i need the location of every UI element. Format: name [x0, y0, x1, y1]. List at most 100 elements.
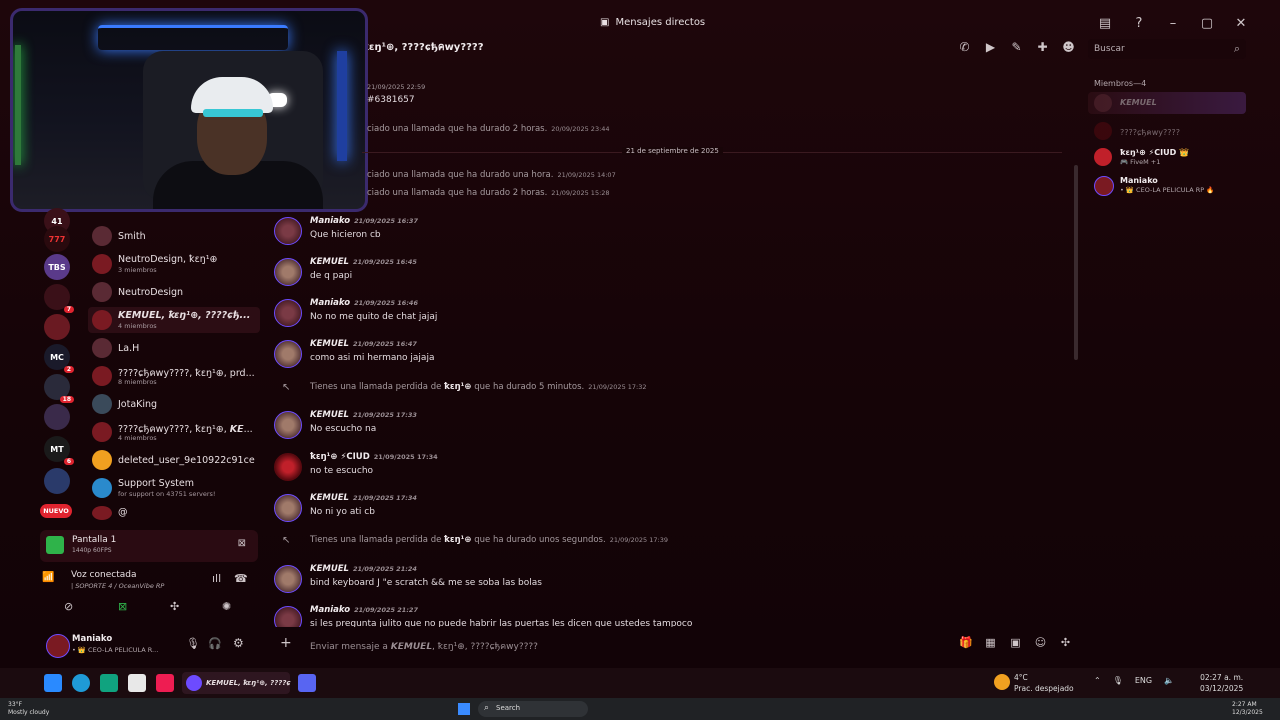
avatar[interactable]	[274, 453, 302, 481]
server-icon[interactable]: TBS	[44, 254, 70, 280]
message-scrollbar[interactable]	[1074, 165, 1078, 360]
members-icon[interactable]: ☻	[1062, 40, 1075, 54]
file-icon[interactable]	[128, 674, 146, 692]
server-icon[interactable]	[44, 468, 70, 494]
dm-item[interactable]: ????ɕђคwy????, ꝁɛŋ¹⊕, 𝙆𝙀... 4 miembros	[88, 419, 260, 445]
app-icon[interactable]	[298, 674, 316, 692]
new-badge[interactable]: NUEVO	[40, 504, 72, 518]
user-panel[interactable]: Maniako • 👑 CEO-LA PELICULA R... 🎙 🎧 ⚙	[40, 628, 258, 662]
message[interactable]: Maniako 21/09/2025 16:37 Que hicieron cb	[270, 216, 1050, 252]
server-icon[interactable]	[44, 314, 70, 340]
emoji-icon[interactable]: ☺	[1034, 636, 1047, 649]
maximize-button[interactable]: ▢	[1198, 14, 1216, 32]
server-rail: 41 777 TBS 7 MC 2 18 MT 6 NUEVO	[36, 206, 78, 526]
app-icon[interactable]	[100, 674, 118, 692]
dm-item[interactable]: deleted_user_9e10922c91ce	[88, 447, 260, 473]
avatar[interactable]	[274, 340, 302, 368]
dm-item[interactable]: ????ɕђคwy????, ꝁɛŋ¹⊕, prd... 8 miembros	[88, 363, 260, 389]
avatar[interactable]	[274, 217, 302, 245]
start-icon[interactable]	[44, 674, 62, 692]
dm-item[interactable]: Smith	[88, 223, 260, 249]
window-title: ▣ Mensajes directos	[600, 17, 706, 28]
inbox-icon[interactable]: ▤	[1096, 14, 1114, 32]
composer-tools: 🎁 ▦ ▣ ☺ ✣	[959, 636, 1072, 649]
weather-widget[interactable]: 33°F Mostly cloudy	[8, 701, 49, 717]
search-input[interactable]: Buscar ⌕	[1088, 39, 1246, 59]
message[interactable]: 𝙆𝙀𝙈𝙐𝙀𝙇 21/09/2025 16:45 de q papi	[270, 257, 1050, 293]
message-list: 21/09/2025 22:59 #6381657 ciado una llam…	[270, 62, 1076, 627]
server-icon[interactable]: MT 6	[44, 436, 74, 465]
dm-item[interactable]: NeutroDesign	[88, 279, 260, 305]
dm-item-selected[interactable]: 𝙆𝙀𝙈𝙐𝙀𝙇, ꝁɛŋ¹⊕, ????ɕђ... 4 miembros	[88, 307, 260, 333]
discord-task-button[interactable]: 𝙆𝙀𝙈𝙐𝙀𝙇, ꝁɛŋ¹⊕, ????ɕ	[182, 672, 291, 694]
pin-icon[interactable]: ✎	[1010, 40, 1023, 54]
avatar[interactable]	[274, 494, 302, 522]
clock[interactable]: 02:27 a. m. 03/12/2025	[1200, 672, 1243, 694]
server-icon[interactable]: MC 2	[44, 344, 74, 373]
chevron-up-icon[interactable]: ⌃	[1094, 676, 1101, 685]
search-icon: ⌕	[484, 703, 490, 713]
screen-share-panel[interactable]: Pantalla 1 1440p 60FPS ⊠	[40, 530, 258, 562]
minimize-button[interactable]: –	[1164, 14, 1182, 32]
server-icon[interactable]	[44, 404, 70, 430]
header-toolbar: ✆ ▶ ✎ ✚ ☻	[958, 40, 1075, 54]
soundboard-icon[interactable]: ✺	[222, 600, 231, 613]
clock[interactable]: 2:27 AM 12/3/2025	[1232, 701, 1263, 717]
avatar[interactable]	[274, 565, 302, 593]
gif-icon[interactable]: ▦	[984, 636, 997, 649]
microphone-icon[interactable]: 🎙	[186, 637, 200, 650]
dm-item[interactable]: JotaKing	[88, 391, 260, 417]
headphones-icon[interactable]: 🎧	[208, 637, 222, 650]
video-call-icon[interactable]: ▶	[984, 40, 997, 54]
message[interactable]: Maniako 21/09/2025 21:27 si les pregunta …	[270, 605, 1050, 627]
message[interactable]: Maniako 21/09/2025 16:46 No no me quito d…	[270, 298, 1050, 334]
dm-item[interactable]: @	[88, 503, 260, 523]
edge-icon[interactable]	[72, 674, 90, 692]
sticker-icon[interactable]: ▣	[1009, 636, 1022, 649]
member-item[interactable]: Maniako • 👑 CEO-LA PELICULA RP 🔥	[1088, 174, 1246, 196]
windows-start-icon[interactable]	[458, 703, 470, 715]
apps-icon[interactable]: ✣	[1059, 636, 1072, 649]
avatar[interactable]	[274, 258, 302, 286]
add-friends-icon[interactable]: ✚	[1036, 40, 1049, 54]
server-icon[interactable]: 777	[44, 226, 70, 252]
member-item[interactable]: ????ɕђคwy????	[1088, 120, 1246, 142]
volume-icon[interactable]: 🔈	[1164, 676, 1174, 685]
voice-call-icon[interactable]: ✆	[958, 40, 971, 54]
dm-item[interactable]: Support System for support on 43751 serve…	[88, 475, 260, 501]
message[interactable]: 𝙆𝙀𝙈𝙐𝙀𝙇 21/09/2025 17:33 No escucho na	[270, 410, 1050, 446]
message[interactable]: ꝁɛŋ¹⊕ ⚡CIUD 21/09/2025 17:34 no te escuch…	[270, 452, 1050, 488]
message[interactable]: 𝙆𝙀𝙈𝙐𝙀𝙇 21/09/2025 16:47 como asi mi herma…	[270, 339, 1050, 375]
gift-icon[interactable]: 🎁	[959, 636, 973, 649]
server-icon[interactable]: 18	[44, 374, 74, 403]
avatar[interactable]	[274, 299, 302, 327]
taskbar-search[interactable]: ⌕ Search	[478, 701, 588, 717]
camera-off-icon[interactable]: ⊘	[64, 600, 73, 613]
avatar	[92, 366, 112, 386]
message[interactable]: 𝙆𝙀𝙈𝙐𝙀𝙇 21/09/2025 21:24 bind keyboard J "…	[270, 564, 1050, 600]
dm-item[interactable]: NeutroDesign, ꝁɛŋ¹⊕ 3 miembros	[88, 251, 260, 277]
avatar[interactable]	[274, 606, 302, 627]
signal-icon[interactable]: 📶	[42, 572, 54, 583]
mic-icon[interactable]: 🎙	[1113, 676, 1123, 685]
noise-icon[interactable]: ıll	[212, 572, 221, 585]
dm-item[interactable]: La.H	[88, 335, 260, 361]
server-icon[interactable]: 7	[44, 284, 74, 313]
help-icon[interactable]: ?	[1130, 14, 1148, 32]
language-indicator[interactable]: ENG	[1135, 676, 1152, 685]
settings-icon[interactable]: ⚙	[233, 636, 244, 650]
weather-icon	[994, 674, 1010, 690]
message-composer[interactable]: + Enviar mensaje a 𝙆𝙀𝙈𝙐𝙀𝙇, ꝁɛŋ¹⊕, ????ɕђ…	[274, 632, 1074, 656]
message[interactable]: 𝙆𝙀𝙈𝙐𝙀𝙇 21/09/2025 17:34 No ni yo ati cb	[270, 493, 1050, 529]
avatar	[1094, 94, 1112, 112]
attach-icon[interactable]: +	[280, 635, 292, 651]
tiktok-icon[interactable]	[156, 674, 174, 692]
avatar[interactable]	[274, 411, 302, 439]
member-item[interactable]: ꝁɛŋ¹⊕ ⚡CIUD 👑 🎮 FiveM +1	[1088, 146, 1246, 168]
stop-stream-icon[interactable]: ⊠	[238, 538, 246, 549]
activities-icon[interactable]: ✣	[170, 600, 179, 613]
member-item[interactable]: 𝙆𝙀𝙈𝙐𝙀𝙇	[1088, 92, 1246, 114]
disconnect-icon[interactable]: ☎	[234, 572, 248, 585]
close-button[interactable]: ✕	[1232, 14, 1250, 32]
share-screen-icon[interactable]: ⊠	[118, 600, 127, 613]
